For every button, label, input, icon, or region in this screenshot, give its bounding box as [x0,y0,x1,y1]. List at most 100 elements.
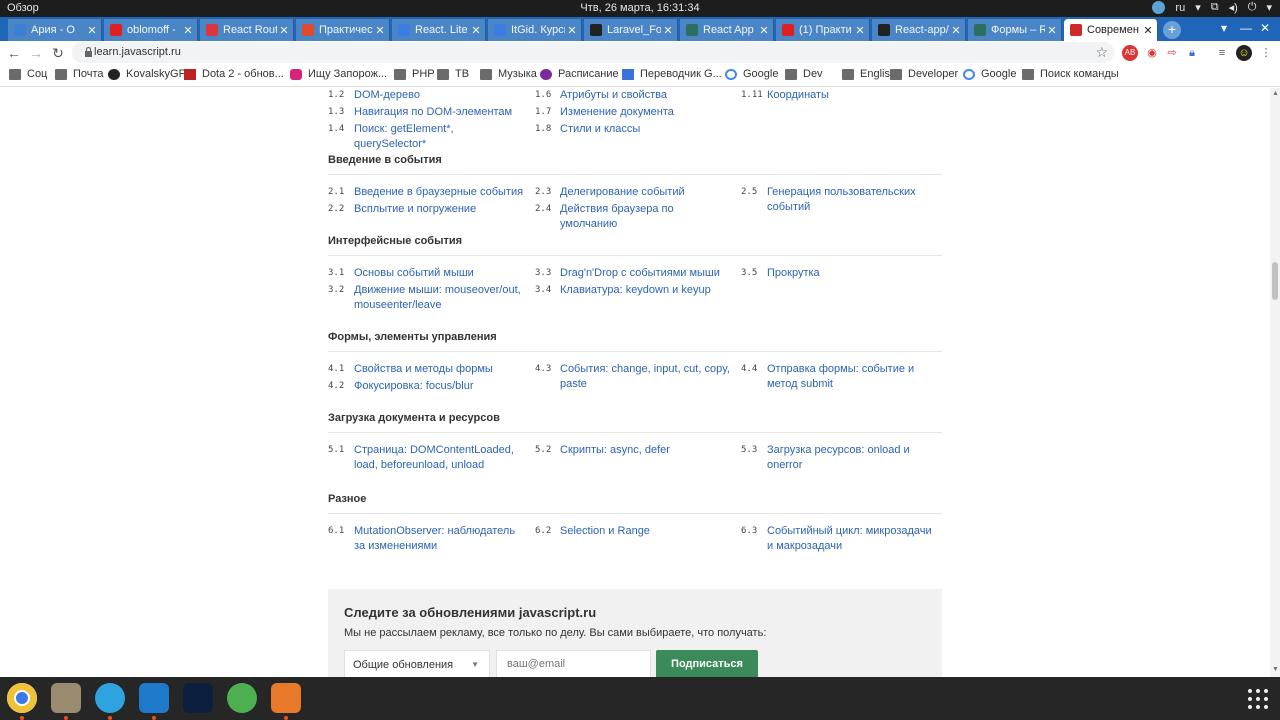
reload-icon[interactable]: ↻ [49,44,67,62]
tab-1[interactable]: Ария - О ✕ [8,19,102,41]
chapter-link[interactable]: Введение в браузерные события [354,185,526,200]
bookmark-10[interactable]: Переводчик G... [622,68,722,80]
chapter-link[interactable]: Drag'n'Drop с событиями мыши [560,266,732,281]
tab-5[interactable]: React. Lite ✕ [392,19,486,41]
bookmark-4[interactable]: Dota 2 - обнов... [184,68,284,80]
chapter-link[interactable]: Стили и классы [560,122,732,137]
tab-2[interactable]: oblomoff - ✕ [104,19,198,41]
address-bar[interactable]: learn.javascript.ru ☆ [72,42,1114,63]
clock[interactable]: Чтв, 26 марта, 16:31:34 [0,2,1280,14]
volume-icon[interactable]: ◂) [1229,1,1238,14]
close-icon[interactable]: ✕ [181,24,195,37]
tab-10[interactable]: React-app/✕ [872,19,966,41]
back-arrow-icon[interactable]: ← [5,44,23,62]
chapter-link[interactable]: Событийный цикл: микрозадачи и макрозада… [767,524,939,554]
chapter-link[interactable]: MutationObserver: наблюдатель за изменен… [354,524,526,554]
chapter-link[interactable]: Фокусировка: focus/blur [354,379,526,394]
close-icon[interactable]: ✕ [661,24,675,37]
chapter-link[interactable]: Клавиатура: keydown и keyup [560,283,732,298]
scrollbar-thumb[interactable] [1272,262,1278,300]
tab-search-icon[interactable]: ▾ [1216,21,1232,35]
bookmark-13[interactable]: English [842,68,896,80]
tab-7[interactable]: Laravel_For ✕ [584,19,678,41]
bookmark-2[interactable]: Почта [55,68,104,80]
tab-12[interactable]: Современ ✕ [1064,19,1158,41]
menu-kebab-icon[interactable]: ⋮ [1258,45,1274,61]
software-store-icon[interactable] [271,683,301,713]
bookmark-11[interactable]: Google [725,68,778,80]
chapter-link[interactable]: Атрибуты и свойства [560,88,732,103]
close-icon[interactable]: ✕ [949,24,963,37]
close-icon[interactable]: ✕ [373,24,387,37]
chapter-link[interactable]: Делегирование событий [560,185,732,200]
network-icon[interactable]: ⧉ [1211,1,1219,14]
bookmark-9[interactable]: Расписание [540,68,619,80]
chapter-link[interactable]: Движение мыши: mouseover/out, mouseenter… [354,283,526,313]
close-icon[interactable]: ✕ [85,24,99,37]
extension-lock-icon[interactable]: 🔒︎ [1184,45,1200,61]
chapter-link[interactable]: Генерация пользовательских событий [767,185,939,215]
bookmark-16[interactable]: Поиск команды [1022,68,1119,80]
bookmark-6[interactable]: PHP [394,68,435,80]
bookmark-7[interactable]: ТВ [437,68,469,80]
photoshop-icon[interactable] [183,683,213,713]
weather-icon[interactable] [1152,1,1166,14]
close-icon[interactable]: ✕ [469,24,483,37]
bookmark-12[interactable]: Dev [785,68,823,80]
bookmark-8[interactable]: Музыка [480,68,537,80]
bookmark-14[interactable]: Developer [890,68,958,80]
chapter-link[interactable]: Поиск: getElement*, querySelector* [354,122,526,152]
minimize-icon[interactable]: — [1238,21,1254,35]
vscode-icon[interactable] [139,683,169,713]
chapter-link[interactable]: Изменение документа [560,105,732,120]
language-indicator[interactable]: ru [1175,2,1185,14]
chapter-link[interactable]: События: change, input, cut, copy, paste [560,362,732,392]
chapter-link[interactable]: Свойства и методы формы [354,362,526,377]
power-icon[interactable]: ⏻ [1248,1,1257,14]
chapter-link[interactable]: Прокрутка [767,266,939,281]
bookmark-star-icon[interactable]: ☆ [1095,44,1108,61]
chapter-link[interactable]: Страница: DOMContentLoaded, load, before… [354,443,526,473]
pinwheel-icon[interactable] [227,683,257,713]
tab-4[interactable]: Практическ ✕ [296,19,390,41]
telegram-icon[interactable] [95,683,125,713]
dropdown-arrow-icon[interactable]: ▾ [1195,1,1201,14]
forward-arrow-icon[interactable]: → [27,44,45,62]
subscribe-button[interactable]: Подписаться [656,650,758,677]
bookmark-1[interactable]: Соц [9,68,47,80]
email-input[interactable] [496,650,651,677]
window-close-icon[interactable]: ✕ [1257,21,1273,35]
close-icon[interactable]: ✕ [565,24,579,37]
tab-8[interactable]: React App ✕ [680,19,774,41]
chapter-link[interactable]: Всплытие и погружение [354,202,526,217]
bookmark-5[interactable]: Ищу Запорож... [290,68,387,80]
tab-9[interactable]: (1) Практи ✕ [776,19,870,41]
chapter-link[interactable]: Навигация по DOM-элементам [354,105,526,120]
tab-6[interactable]: ItGid. Курсы✕ [488,19,582,41]
bookmark-3[interactable]: KovalskyGF [108,68,185,80]
extension-arrow-icon[interactable]: ⇨ [1164,45,1180,61]
subscription-type-select[interactable]: Общие обновления ▼ [344,650,490,677]
extension-recorder-icon[interactable]: ◉ [1144,45,1160,61]
chapter-link[interactable]: Отправка формы: событие и метод submit [767,362,939,392]
extension-list-icon[interactable]: ≡ [1214,45,1230,61]
close-icon[interactable]: ✕ [1045,24,1059,37]
new-tab-button[interactable]: + [1163,21,1181,39]
show-applications-grid-icon[interactable] [1246,687,1270,711]
chapter-link[interactable]: Загрузка ресурсов: onload и onerror [767,443,939,473]
chapter-link[interactable]: Selection и Range [560,524,732,539]
tab-11[interactable]: Формы – R ✕ [968,19,1062,41]
chapter-link[interactable]: Скрипты: async, defer [560,443,732,458]
scroll-down-icon[interactable]: ▼ [1272,666,1279,673]
profile-avatar[interactable]: ☺ [1236,45,1252,61]
chrome-icon[interactable] [7,683,37,713]
page-scrollbar[interactable]: ▲ ▼ [1270,88,1280,677]
scroll-up-icon[interactable]: ▲ [1272,90,1279,97]
files-icon[interactable] [51,683,81,713]
tab-3[interactable]: React Route✕ [200,19,294,41]
close-icon[interactable]: ✕ [1141,24,1155,37]
dropdown-arrow-icon[interactable]: ▾ [1266,1,1272,14]
bookmark-15[interactable]: Google [963,68,1016,80]
extension-adblock-icon[interactable]: AB [1122,45,1138,61]
close-icon[interactable]: ✕ [277,24,291,37]
